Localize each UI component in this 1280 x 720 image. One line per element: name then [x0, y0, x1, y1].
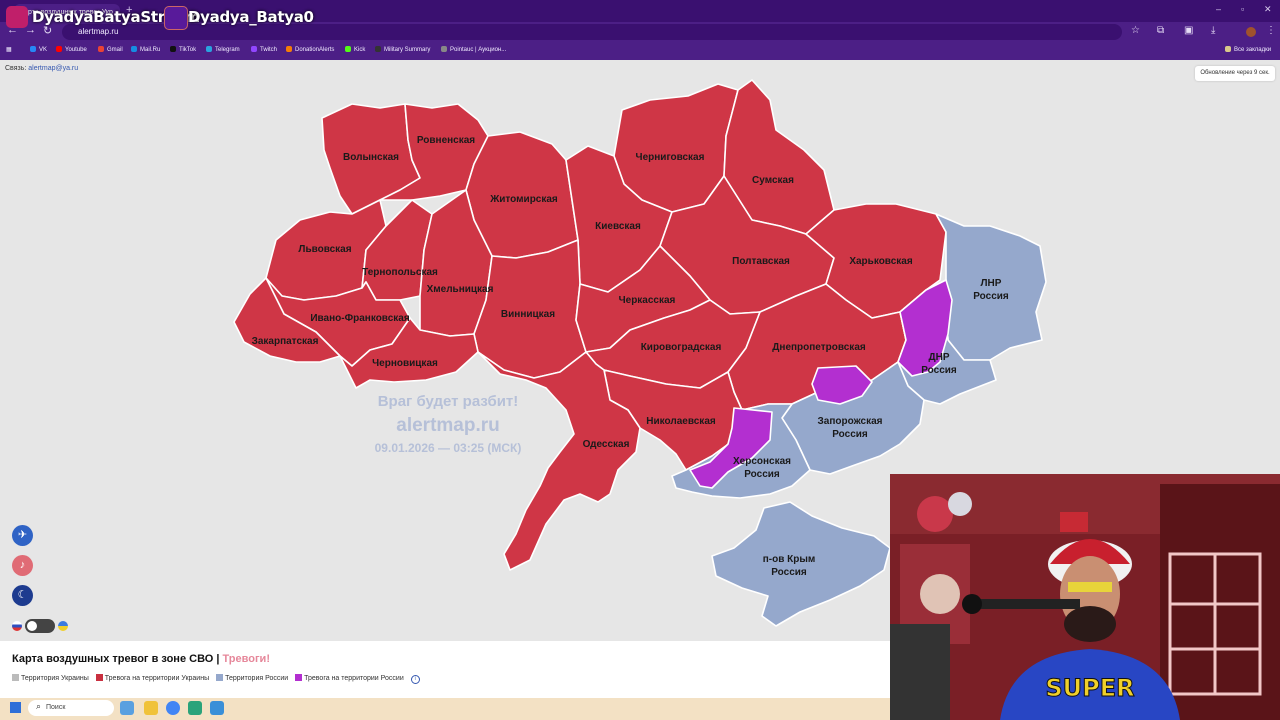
- bookmark-mailru[interactable]: Mail.Ru: [131, 46, 160, 53]
- webcam-overlay: SUPER: [890, 474, 1280, 720]
- region-label-poltava: Полтавская: [732, 256, 790, 267]
- ukraine-flag-icon: [58, 621, 68, 631]
- region-label-mykolaiv: Николаевская: [646, 416, 716, 427]
- taskbar-app-icon[interactable]: [120, 701, 134, 715]
- youtube-logo-icon: [6, 6, 28, 28]
- region-label-ivano-frankivsk: Ивано-Франковская: [310, 313, 410, 324]
- tiktok-logo-icon: [164, 6, 188, 30]
- bookmark-tiktok[interactable]: TikTok: [170, 46, 196, 53]
- footer-panel: [0, 641, 890, 698]
- region-label-zakarpattia: Закарпатская: [251, 336, 319, 347]
- watermark-slogan: Враг будет разбит!: [377, 393, 519, 410]
- region-label-sumy: Сумская: [752, 175, 794, 186]
- region-label-odesa: Одесская: [582, 439, 630, 450]
- sidepanel-icon[interactable]: ▣: [1184, 25, 1193, 36]
- url-field[interactable]: alertmap.ru: [62, 24, 1122, 40]
- region-label-cherkasy: Черкасская: [618, 295, 676, 306]
- airplane-icon[interactable]: ✈: [12, 525, 33, 546]
- region-label-volyn: Волынская: [343, 152, 399, 163]
- region-label-ternopil: Тернопольская: [362, 267, 438, 278]
- region-label-kyiv: Киевская: [595, 221, 641, 232]
- maximize-icon[interactable]: ▫: [1241, 4, 1244, 14]
- all-bookmarks-button[interactable]: Все закладки: [1225, 46, 1271, 53]
- extensions-icon[interactable]: ⧉: [1157, 25, 1164, 36]
- region-label-zhytomyr: Житомирская: [490, 194, 558, 205]
- russia-flag-icon: [12, 621, 22, 631]
- bookmark-military-summary[interactable]: Military Summary: [375, 46, 430, 53]
- watermark-site: alertmap.ru: [396, 415, 500, 436]
- update-timer: Обновление через 9 сек.: [1195, 66, 1275, 81]
- region-label-dnipropetrovsk: Днепропетровская: [772, 342, 866, 353]
- toggle-knob: [27, 621, 37, 631]
- region-label-vinnytsia: Винницкая: [500, 309, 556, 320]
- region-label-lviv: Львовская: [298, 244, 352, 255]
- overlay-channel-right: Dyadya_Batya0: [188, 8, 314, 26]
- close-icon[interactable]: ✕: [1264, 4, 1272, 15]
- footer-alarm-link[interactable]: Тревоги!: [223, 653, 270, 665]
- moon-icon[interactable]: ☾: [12, 585, 33, 606]
- bookmark-kick[interactable]: Kick: [345, 46, 365, 53]
- legend: Территория Украины Тревога на территории…: [12, 674, 420, 684]
- taskbar-app-icon-2[interactable]: [188, 701, 202, 715]
- file-explorer-icon[interactable]: [144, 701, 158, 715]
- contact-line: Связь: alertmap@ya.ru: [5, 65, 79, 72]
- chrome-icon[interactable]: [166, 701, 180, 715]
- apps-icon[interactable]: ▦: [6, 46, 12, 53]
- bookmark-twitch[interactable]: Twitch: [251, 46, 277, 53]
- profile-avatar[interactable]: [1246, 27, 1256, 37]
- taskbar-app-icon-3[interactable]: [210, 701, 224, 715]
- search-icon: ⌕: [36, 701, 42, 711]
- minimize-icon[interactable]: –: [1216, 4, 1221, 14]
- bookmark-gmail[interactable]: Gmail: [98, 46, 123, 53]
- region-label-lnr: ЛНР Россия: [973, 278, 1009, 302]
- bell-icon[interactable]: ♪: [12, 555, 33, 576]
- legend-item: Территория России: [216, 674, 288, 682]
- bookmark-star-icon[interactable]: ☆: [1131, 25, 1140, 36]
- region-label-zaporizhzhia: Запорожская Россия: [817, 416, 883, 440]
- bookmark-donationalerts[interactable]: DonationAlerts: [286, 46, 334, 53]
- menu-icon[interactable]: ⋮: [1266, 25, 1276, 36]
- region-label-dnr: ДНР Россия: [921, 352, 957, 376]
- bookmark-telegram[interactable]: Telegram: [206, 46, 240, 53]
- windows-start-icon[interactable]: [10, 702, 21, 713]
- region-label-khmelnytskyi: Хмельницкая: [426, 284, 494, 295]
- svg-text:SUPER: SUPER: [1045, 674, 1134, 702]
- region-label-kharkiv: Харьковская: [849, 256, 913, 267]
- bookmark-vk[interactable]: VK: [30, 46, 47, 53]
- footer-title: Карта воздушных тревог в зоне СВО | Трев…: [12, 653, 270, 665]
- region-label-crimea: п-ов Крым Россия: [762, 554, 816, 578]
- watermark-date: 09.01.2026 — 03:25 (МСК): [374, 441, 522, 455]
- region-label-chernivtsi: Черновицкая: [372, 358, 438, 369]
- download-icon[interactable]: ⤓: [1211, 25, 1215, 36]
- info-icon[interactable]: i: [410, 675, 420, 684]
- legend-item: Территория Украины: [12, 674, 89, 682]
- webcam-image: SUPER: [890, 474, 1280, 720]
- bookmark-youtube[interactable]: Youtube: [56, 46, 87, 53]
- legend-item: Тревога на территории Украины: [95, 674, 209, 682]
- legend-item: Тревога на территории России: [295, 674, 404, 682]
- region-label-rivne: Ровненская: [416, 135, 476, 146]
- language-toggle[interactable]: [25, 619, 55, 633]
- contact-email-link[interactable]: alertmap@ya.ru: [28, 65, 78, 72]
- region-label-chernihiv: Черниговская: [635, 152, 705, 163]
- region-label-kherson: Херсонская Россия: [732, 456, 792, 480]
- region-label-kirovohrad: Кировоградская: [640, 342, 722, 353]
- bookmark-pointauc[interactable]: Pointauc | Аукцион...: [441, 46, 506, 53]
